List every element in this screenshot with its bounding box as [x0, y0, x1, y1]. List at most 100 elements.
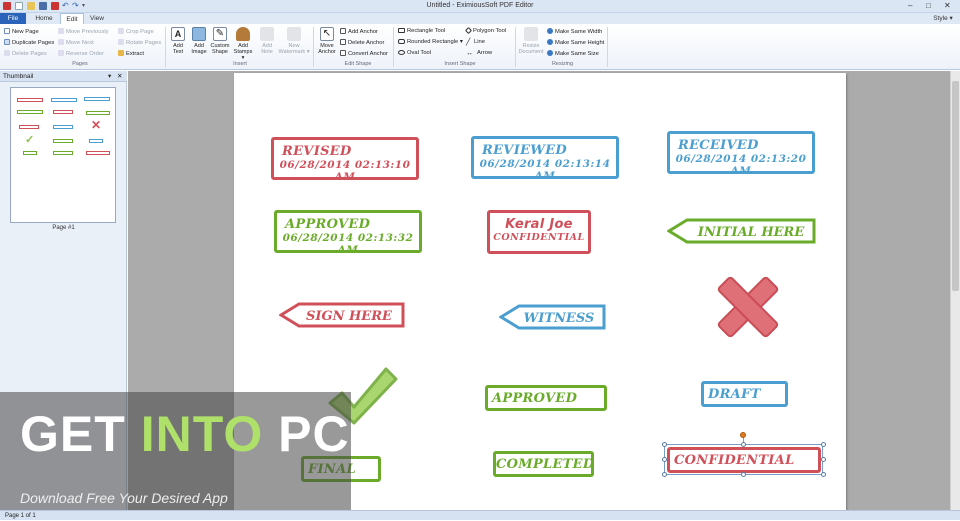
new-watermark-button[interactable]: New Watermark ▾ — [278, 27, 310, 55]
minimize-button[interactable]: – — [908, 1, 912, 10]
stamp-received[interactable]: RECEIVED 06/28/2014 02:13:20 AM — [667, 131, 815, 177]
polygon-icon — [464, 26, 473, 35]
mini-stamp — [53, 151, 73, 155]
delete-page-icon — [4, 50, 10, 56]
extract-button[interactable]: Extract — [118, 50, 144, 57]
stamp-initial-here[interactable]: INITIAL HERE — [667, 217, 817, 245]
maximize-button[interactable]: □ — [926, 1, 931, 10]
stamp-initial-here-text: INITIAL HERE — [697, 225, 806, 240]
line-icon: ╱ — [466, 39, 471, 46]
delete-pages-button[interactable]: Delete Pages — [4, 50, 47, 57]
move-previously-button[interactable]: Move Previously — [58, 28, 109, 35]
group-label-insert-shape: Insert Shape — [444, 61, 476, 67]
reject-x-stamp[interactable] — [712, 271, 784, 343]
style-menu[interactable]: Style ▾ — [928, 13, 958, 24]
watermark-logo-text: GET INTO PC — [20, 406, 350, 462]
vertical-scrollbar[interactable] — [950, 71, 960, 510]
resize-handle[interactable] — [662, 457, 667, 462]
resize-handle[interactable] — [741, 442, 746, 447]
new-page-button[interactable]: New Page — [4, 28, 39, 35]
group-separator — [515, 27, 516, 67]
title-bar: ↶ ↷ ▾ Untitled - EximiousSoft PDF Editor… — [0, 0, 960, 13]
convert-anchor-button[interactable]: Convert Anchor — [340, 50, 388, 57]
stamp-revised[interactable]: REVISED 06/28/2014 02:13:10 AM — [271, 137, 419, 183]
window-title: Untitled - EximiousSoft PDF Editor — [426, 2, 534, 9]
group-label-insert: Insert — [233, 61, 247, 67]
custom-shape-button[interactable]: ✎ Custom Shape — [209, 27, 231, 55]
resize-handle[interactable] — [662, 442, 667, 447]
thumbnail-panel-header: Thumbnail ▾ ✕ — [0, 71, 127, 82]
rotate-icon — [118, 39, 124, 45]
arrow-icon: ↔ — [466, 50, 473, 57]
add-anchor-icon — [340, 28, 346, 34]
stamp-sign-here[interactable]: SIGN HERE — [279, 301, 406, 329]
ribbon-tab-row: File Home Edit View Style ▾ — [0, 13, 960, 24]
new-page-icon — [4, 28, 10, 34]
add-text-button[interactable]: A Add Text — [167, 27, 189, 55]
group-separator — [393, 27, 394, 67]
resize-handle[interactable] — [821, 442, 826, 447]
scrollbar-thumb[interactable] — [952, 81, 959, 291]
reverse-order-button[interactable]: Reverse Order — [58, 50, 104, 57]
group-label-pages: Pages — [72, 61, 88, 67]
rectangle-tool-button[interactable]: Rectangle Tool — [398, 28, 445, 34]
stamp-approved[interactable]: APPROVED — [485, 385, 607, 411]
make-same-width-button[interactable]: Make Same Width — [547, 28, 602, 35]
close-button[interactable]: ✕ — [944, 1, 951, 10]
tab-edit[interactable]: Edit — [60, 13, 84, 24]
stamp-approved-dated[interactable]: APPROVED 06/28/2014 02:13:32 AM — [274, 210, 422, 256]
mini-x-mark: ✕ — [91, 118, 102, 132]
resize-icon — [524, 27, 538, 41]
mini-stamp — [86, 111, 110, 115]
status-bar: Page 1 of 1 — [0, 510, 960, 520]
rotate-handle[interactable] — [740, 432, 746, 438]
ribbon: New Page Duplicate Pages Delete Pages Mo… — [0, 24, 960, 70]
add-note-button[interactable]: Add Note — [256, 27, 278, 55]
extract-icon — [118, 50, 124, 56]
panel-pin-icon[interactable]: ▾ — [108, 71, 111, 82]
tab-view[interactable]: View — [86, 13, 108, 24]
resize-handle[interactable] — [741, 472, 746, 477]
group-separator — [607, 27, 608, 67]
same-size-icon — [547, 50, 553, 56]
polygon-tool-button[interactable]: Polygon Tool — [464, 26, 506, 35]
group-label-resizing: Resizing — [551, 61, 574, 67]
convert-anchor-icon — [340, 50, 346, 56]
reverse-order-icon — [58, 50, 64, 56]
delete-anchor-button[interactable]: Delete Anchor — [340, 39, 384, 46]
same-width-icon — [547, 28, 553, 34]
add-image-button[interactable]: Add Image — [188, 27, 210, 55]
move-next-button[interactable]: Move Next — [58, 39, 94, 46]
text-icon: A — [171, 27, 185, 41]
stamp-witness[interactable]: WITNESS — [499, 303, 607, 331]
stamp-reviewed[interactable]: REVIEWED 06/28/2014 02:13:14 AM — [471, 136, 619, 182]
stamp-completed[interactable]: COMPLETED — [493, 451, 594, 477]
stamp-keral-joe[interactable]: Keral Joe CONFIDENTIAL — [487, 210, 591, 254]
line-tool-button[interactable]: ╱ Line — [466, 39, 485, 46]
panel-close-icon[interactable]: ✕ — [117, 71, 122, 82]
add-stamps-button[interactable]: Add Stamps ▾ — [232, 27, 254, 61]
resize-handle[interactable] — [662, 472, 667, 477]
mini-check-mark: ✓ — [25, 134, 35, 146]
stamp-draft[interactable]: DRAFT — [701, 381, 788, 407]
make-same-height-button[interactable]: Make Same Height — [547, 39, 604, 46]
oval-tool-button[interactable]: Oval Tool — [398, 50, 431, 56]
duplicate-pages-button[interactable]: Duplicate Pages — [4, 39, 54, 46]
tab-home[interactable]: Home — [30, 13, 58, 24]
resize-handle[interactable] — [821, 472, 826, 477]
resize-document-button[interactable]: Resize Document — [517, 27, 545, 55]
arrow-tool-button[interactable]: ↔ Arrow — [466, 50, 492, 57]
rounded-rectangle-button[interactable]: Rounded Rectangle ▾ — [398, 39, 463, 45]
rotate-pages-button[interactable]: Rotate Pages — [118, 39, 161, 46]
mini-stamp — [17, 110, 43, 114]
crop-page-button[interactable]: Crop Page — [118, 28, 154, 35]
tab-file[interactable]: File — [0, 13, 26, 24]
add-anchor-button[interactable]: Add Anchor — [340, 28, 378, 35]
page-count-status: Page 1 of 1 — [5, 513, 36, 519]
mini-stamp — [17, 98, 43, 102]
mini-stamp — [53, 125, 73, 129]
make-same-size-button[interactable]: Make Same Size — [547, 50, 599, 57]
page-thumbnail[interactable]: ✕ ✓ — [10, 87, 116, 223]
move-anchor-button[interactable]: ↖ Move Anchor — [316, 27, 338, 55]
resize-handle[interactable] — [821, 457, 826, 462]
